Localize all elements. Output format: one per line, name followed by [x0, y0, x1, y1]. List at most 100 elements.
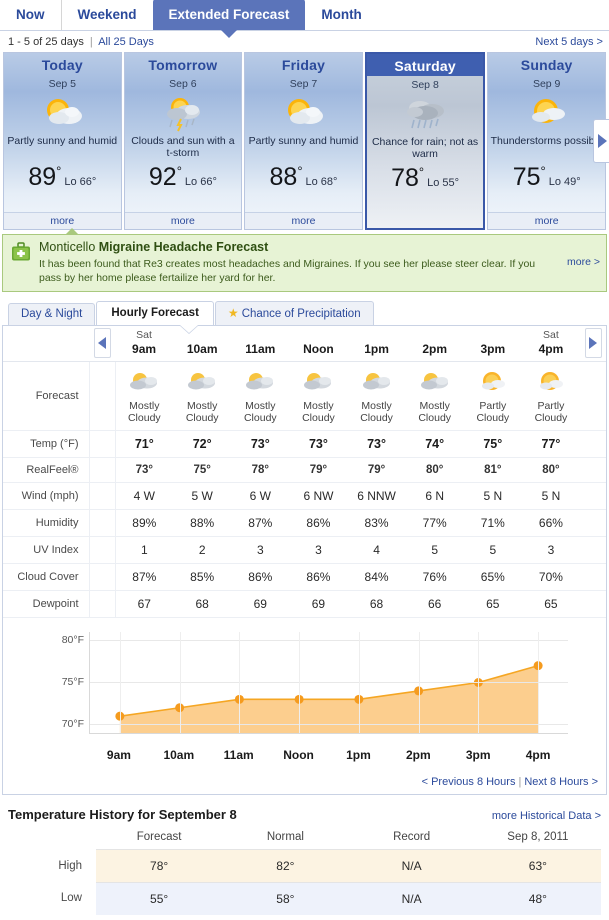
hour-day-label — [348, 329, 406, 341]
forecast-cell: Mostly Cloudy — [173, 361, 232, 431]
table-cell: 71° — [115, 430, 174, 458]
table-cell: 70% — [521, 563, 580, 591]
migraine-forecast-banner[interactable]: Monticello Migraine Headache Forecast It… — [2, 228, 607, 292]
all-days-link[interactable]: All 25 Days — [98, 36, 154, 48]
card-day-name: Sunday — [520, 57, 573, 73]
table-cell: 78° — [96, 848, 223, 883]
table-row: High 78° 82° N/A 63° — [8, 848, 601, 883]
hour-column-header: 2pm — [405, 325, 464, 362]
chart-vertical-gridline — [119, 631, 121, 733]
previous-hours-arrow-button[interactable] — [89, 325, 115, 362]
forecast-card-sunday[interactable]: Sunday Sep 9 Thunderstorms possible 75° … — [487, 52, 606, 230]
forecast-cell: Mostly Cloudy — [115, 361, 174, 431]
table-cell: 6 N — [405, 482, 464, 510]
card-low-temp: Lo 66° — [64, 176, 97, 188]
card-day-name: Tomorrow — [148, 57, 218, 73]
chart-x-axis-labels: 9am 10am 11am Noon 1pm 2pm 3pm 4pm — [89, 748, 568, 762]
row-spacer — [580, 563, 606, 591]
partly-cloudy-icon — [522, 366, 580, 398]
partly-cloudy-icon — [464, 366, 522, 398]
forecast-card-friday[interactable]: Friday Sep 7 Partly sunny and humid 88° … — [244, 52, 363, 230]
row-spacer — [89, 457, 116, 483]
hour-day-label — [173, 329, 231, 341]
temperature-history-table: Forecast Normal Record Sep 8, 2011 High … — [8, 828, 601, 915]
table-cell: 3 — [289, 536, 348, 564]
row-spacer — [89, 590, 116, 618]
card-more-link[interactable]: more — [124, 212, 242, 229]
hour-label: 2pm — [422, 341, 448, 356]
card-date: Sep 8 — [411, 79, 439, 91]
hour-label: Noon — [303, 341, 334, 356]
x-tick-label: 9am — [106, 747, 131, 762]
hour-label: 1pm — [364, 341, 389, 356]
tab-hourly-forecast[interactable]: Hourly Forecast — [96, 300, 214, 325]
card-more-link[interactable]: more — [488, 212, 605, 229]
forecast-card-tomorrow[interactable]: Tomorrow Sep 6 Clouds and sun with a t-s… — [123, 52, 243, 230]
right-arrow-icon[interactable] — [584, 328, 602, 359]
previous-8-hours-link[interactable]: < Previous 8 Hours — [422, 776, 516, 788]
card-temperatures: 92° Lo 66° — [149, 165, 217, 190]
table-cell: 2 — [173, 536, 232, 564]
row-label-temp: Temp (°F) — [3, 430, 90, 458]
tab-weekend[interactable]: Weekend — [60, 0, 153, 30]
card-date: Sep 9 — [532, 78, 561, 90]
column-header-record: Record — [393, 830, 431, 843]
row-spacer — [580, 536, 606, 564]
table-cell: 88% — [173, 509, 232, 537]
tab-chance-of-precipitation[interactable]: ★ Chance of Precipitation — [214, 300, 374, 325]
banner-more-link[interactable]: more > — [567, 256, 600, 268]
table-cell: 78° — [231, 457, 290, 483]
forecast-card-saturday[interactable]: Saturday Sep 8 Chance for rain; not as w… — [364, 52, 486, 230]
next-hours-arrow-button[interactable] — [580, 325, 606, 362]
table-cell: 73° — [347, 430, 406, 458]
forecast-cell: Partly Cloudy — [521, 361, 580, 431]
table-cell: 69 — [231, 590, 290, 618]
banner-body: Monticello Migraine Headache Forecast It… — [39, 240, 563, 285]
column-header-forecast: Forecast — [136, 830, 182, 843]
next-days-arrow-button[interactable] — [593, 119, 609, 163]
row-spacer — [580, 509, 606, 537]
table-cell: 83% — [347, 509, 406, 537]
forecast-card-strip: Today Sep 5 Partly sunny and humid 89° L… — [0, 52, 609, 230]
forecast-cell-text: Mostly Cloudy — [360, 399, 393, 425]
row-label-wind: Wind (mph) — [3, 482, 90, 510]
hour-column-header: 1pm — [347, 325, 406, 362]
x-tick-label: Noon — [283, 747, 314, 762]
hour-label: 10am — [186, 341, 218, 356]
card-more-link[interactable]: more — [4, 212, 121, 229]
card-high-temp: 88° — [269, 163, 303, 191]
card-high-temp: 75° — [512, 163, 546, 191]
y-tick-label: 80°F — [61, 634, 84, 647]
x-tick-label: 11am — [223, 747, 254, 762]
hour-column-header: Noon — [289, 325, 348, 362]
table-cell: 73° — [115, 457, 174, 483]
hour-day-label: Sat — [136, 328, 152, 341]
table-cell: 74° — [405, 430, 464, 458]
table-cell: 63° — [474, 848, 601, 883]
more-historical-data-link[interactable]: more Historical Data > — [492, 810, 601, 822]
hour-column-header: Sat 9am — [115, 325, 174, 362]
next-8-hours-link[interactable]: Next 8 Hours > — [524, 776, 598, 788]
hour-column-header: 3pm — [463, 325, 522, 362]
temperature-history-header: Temperature History for September 8 more… — [8, 807, 601, 822]
table-row: Low 55° 58° N/A 48° — [8, 882, 601, 915]
tab-extended-forecast[interactable]: Extended Forecast — [152, 0, 306, 38]
forecast-card-today[interactable]: Today Sep 5 Partly sunny and humid 89° L… — [3, 52, 122, 230]
card-date: Sep 5 — [48, 78, 77, 90]
tab-month[interactable]: Month — [305, 0, 377, 30]
left-arrow-icon[interactable] — [93, 328, 111, 359]
card-low-temp: Lo 49° — [548, 176, 581, 188]
forecast-cell: Mostly Cloudy — [347, 361, 406, 431]
table-cell: 84% — [347, 563, 406, 591]
row-label-low: Low — [8, 882, 96, 915]
x-tick-label: 3pm — [465, 747, 491, 762]
hour-day-label — [464, 329, 522, 341]
card-more-link[interactable]: more — [245, 212, 362, 229]
table-cell: 67 — [115, 590, 174, 618]
tab-now[interactable]: Now — [0, 0, 61, 30]
forecast-cell: Mostly Cloudy — [405, 361, 464, 431]
hour-label: 9am — [132, 341, 157, 356]
banner-location: Monticello — [39, 240, 96, 254]
tab-day-and-night[interactable]: Day & Night — [8, 302, 96, 325]
next-5-days-link[interactable]: Next 5 days > — [535, 36, 603, 48]
